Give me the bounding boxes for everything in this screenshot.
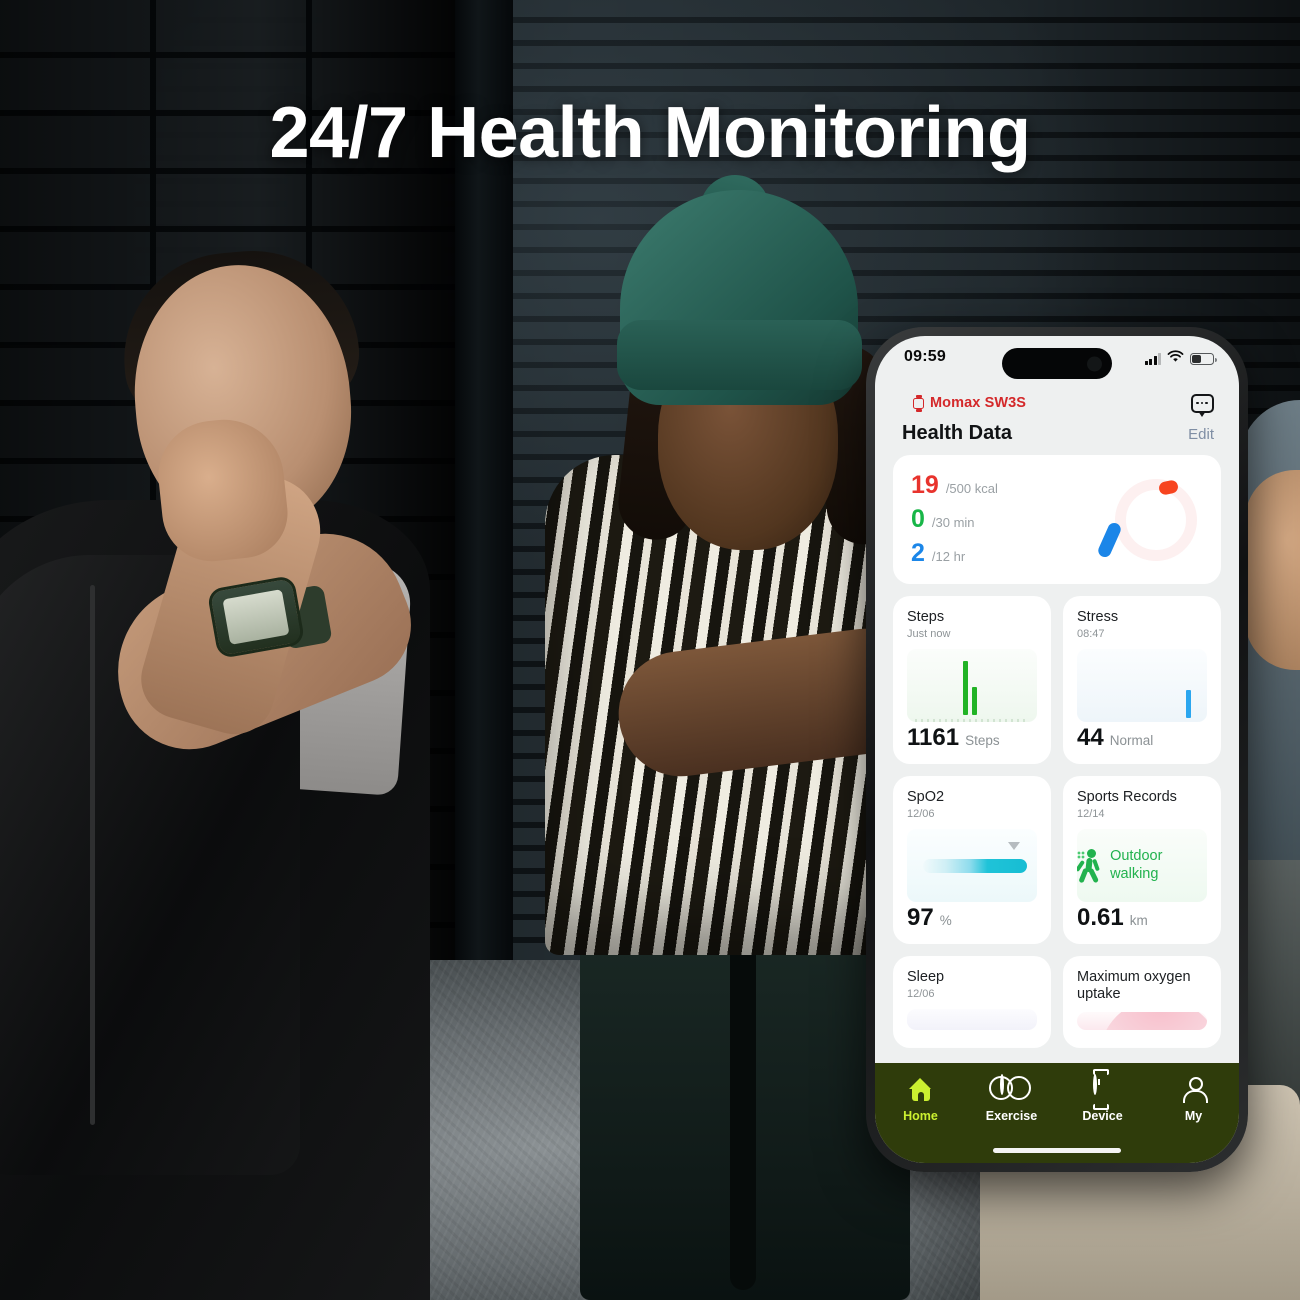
outdoor-walking-icon	[1077, 848, 1101, 883]
card-stress-footer: 44 Normal	[1077, 726, 1207, 750]
edit-button[interactable]: Edit	[1188, 426, 1214, 443]
home-icon	[907, 1076, 934, 1103]
card-spo2-title: SpO2	[907, 789, 945, 805]
sleep-chart	[907, 1009, 1037, 1030]
card-steps-subtitle: Just now	[907, 628, 951, 641]
goal-calories-value: 19	[911, 471, 939, 499]
device-header: Momax SW3S	[875, 384, 1239, 418]
chat-bubble-icon	[1190, 393, 1214, 417]
card-sports-footer: 0.61 km	[1077, 906, 1207, 930]
card-stress-subtitle: 08:47	[1077, 628, 1105, 641]
phone-mockup: 09:59 Momax SW3S Health Data Edit 19 /50…	[866, 327, 1248, 1172]
card-stress[interactable]: Stress 08:47 44 Normal	[1063, 596, 1221, 764]
steps-bar-chart	[907, 649, 1037, 722]
page-title: 24/7 Health Monitoring	[269, 93, 1031, 173]
watch-icon	[913, 394, 924, 412]
card-sports-title: Sports Records	[1077, 789, 1177, 805]
tab-device-label: Device	[1082, 1109, 1123, 1123]
goal-list: 19 /500 kcal 0 /30 min 2 /12 hr	[911, 473, 998, 566]
card-sleep-title: Sleep	[907, 969, 945, 985]
spo2-gauge-bar	[907, 829, 1037, 902]
wifi-icon	[1167, 350, 1184, 368]
card-sports-unit: km	[1129, 913, 1148, 928]
status-bar-time: 09:59	[904, 348, 946, 365]
ball-icon	[998, 1074, 1025, 1103]
goal-stand: 2 /12 hr	[911, 541, 998, 566]
promo-scene: 24/7 Health Monitoring 09:59 Momax SW3S …	[0, 0, 1300, 1300]
tab-my[interactable]: My	[1157, 1076, 1231, 1123]
tab-my-label: My	[1184, 1109, 1203, 1123]
vo2max-chart	[1077, 1012, 1207, 1030]
front-camera-icon	[1087, 356, 1102, 371]
goal-calories-unit: /500 kcal	[945, 481, 998, 496]
page-title-row: Health Data Edit	[875, 418, 1239, 455]
sports-activity-banner: Outdoor walking	[1077, 829, 1207, 902]
goal-exercise: 0 /30 min	[911, 507, 998, 532]
card-steps-footer: 1161 Steps	[907, 726, 1037, 750]
card-vo2max-title: Maximum oxygen uptake	[1077, 969, 1191, 1003]
battery-icon	[1190, 353, 1217, 365]
goal-stand-unit: /12 hr	[931, 549, 966, 564]
goal-stand-value: 2	[911, 539, 925, 567]
card-sports-subtitle: 12/14	[1077, 808, 1105, 821]
card-steps-title: Steps	[907, 609, 945, 625]
phone-screen: 09:59 Momax SW3S Health Data Edit 19 /50…	[875, 336, 1239, 1163]
card-sleep-subtitle: 12/06	[907, 988, 935, 1001]
ring-segment-stand	[1096, 520, 1123, 559]
person-icon	[1180, 1076, 1208, 1103]
card-stress-value: 44	[1077, 724, 1104, 751]
activity-rings-chart	[1096, 478, 1197, 561]
goal-calories: 19 /500 kcal	[911, 473, 998, 498]
home-indicator[interactable]	[993, 1148, 1121, 1153]
goal-exercise-unit: /30 min	[931, 515, 975, 530]
card-sleep[interactable]: Sleep 12/06	[893, 956, 1051, 1048]
tab-home-label: Home	[903, 1109, 938, 1123]
card-spo2[interactable]: SpO2 12/06 97 %	[893, 776, 1051, 944]
tab-exercise-label: Exercise	[985, 1109, 1038, 1123]
card-stress-unit: Normal	[1109, 733, 1154, 748]
card-vo2max[interactable]: Maximum oxygen uptake	[1063, 956, 1221, 1048]
tab-home[interactable]: Home	[884, 1076, 958, 1123]
spo2-marker-icon	[1008, 842, 1021, 851]
card-steps-value: 1161	[907, 724, 960, 751]
card-sports-records[interactable]: Sports Records 12/14 Outdoor walking 0.6…	[1063, 776, 1221, 944]
goal-exercise-value: 0	[911, 505, 925, 533]
sports-activity-label: Outdoor walking	[1110, 848, 1163, 882]
stress-bar-chart	[1077, 649, 1207, 722]
activity-summary-card[interactable]: 19 /500 kcal 0 /30 min 2 /12 hr	[893, 455, 1221, 584]
device-name-label: Momax SW3S	[930, 395, 1027, 411]
status-bar-icons	[1144, 348, 1217, 368]
card-steps[interactable]: Steps Just now 1161 Steps	[893, 596, 1051, 764]
health-data-title: Health Data	[902, 422, 1013, 444]
card-steps-unit: Steps	[965, 733, 1000, 748]
messages-button[interactable]	[1187, 388, 1217, 418]
connected-device-chip[interactable]: Momax SW3S	[913, 394, 1027, 412]
card-spo2-value: 97	[907, 904, 934, 931]
health-cards-grid: Steps Just now 1161 Steps Stress 08:47 4…	[893, 596, 1221, 1048]
card-spo2-subtitle: 12/06	[907, 808, 935, 821]
tab-exercise[interactable]: Exercise	[975, 1074, 1049, 1123]
cellular-signal-icon	[1144, 353, 1161, 365]
watch-icon	[1089, 1074, 1116, 1103]
card-sports-value: 0.61	[1077, 904, 1124, 931]
card-spo2-unit: %	[939, 913, 952, 928]
card-spo2-footer: 97 %	[907, 906, 1037, 930]
health-cards-scroll[interactable]: 19 /500 kcal 0 /30 min 2 /12 hr Steps Ju…	[875, 455, 1239, 1088]
dynamic-island	[1002, 348, 1112, 379]
tab-device[interactable]: Device	[1066, 1074, 1140, 1123]
card-stress-title: Stress	[1077, 609, 1119, 625]
